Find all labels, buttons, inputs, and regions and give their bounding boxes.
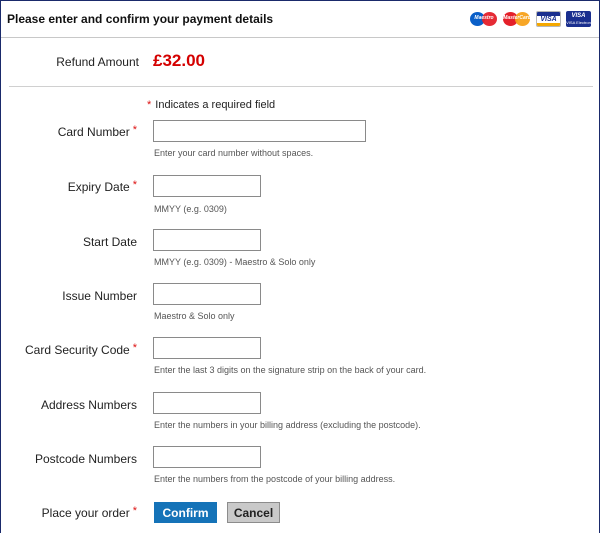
payment-panel: Please enter and confirm your payment de… [0,0,600,533]
card-number-label: Card Number * [57,124,137,139]
address-numbers-label: Address Numbers [40,398,137,412]
section-divider [9,86,593,87]
accepted-cards: Maestro MasterCard VISA VISA VISA Electr… [470,11,591,27]
card-number-input[interactable] [153,120,366,142]
address-numbers-hint: Enter the numbers in your billing addres… [154,420,421,430]
refund-amount-label: Refund Amount [56,55,139,69]
refund-amount-value: £32.00 [153,51,205,70]
confirm-button[interactable]: Confirm [154,502,217,523]
security-code-hint: Enter the last 3 digits on the signature… [154,365,427,375]
address-numbers-input[interactable] [153,392,261,414]
expiry-date-input[interactable] [153,175,261,197]
postcode-numbers-hint: Enter the numbers from the postcode of y… [154,474,396,484]
postcode-numbers-input[interactable] [153,446,261,468]
panel-title: Please enter and confirm your payment de… [7,12,274,26]
start-date-label: Start Date [82,235,137,249]
postcode-numbers-label: Postcode Numbers [34,452,137,466]
mastercard-logo-icon: MasterCard [503,11,531,27]
start-date-hint: MMYY (e.g. 0309) - Maestro & Solo only [154,257,316,267]
issue-number-hint: Maestro & Solo only [154,311,235,321]
start-date-input[interactable] [153,229,261,251]
visa-logo-icon: VISA [536,11,561,27]
card-number-hint: Enter your card number without spaces. [154,148,314,158]
issue-number-label: Issue Number [62,289,137,303]
expiry-date-label: Expiry Date * [67,179,137,194]
security-code-label: Card Security Code * [25,342,137,357]
required-marker: * [147,99,152,111]
maestro-logo-icon: Maestro [470,11,498,27]
visa-electron-logo-icon: VISA VISA Electron [566,11,591,27]
cancel-button[interactable]: Cancel [227,502,280,523]
required-field-note: * Indicates a required field [147,99,276,111]
expiry-date-hint: MMYY (e.g. 0309) [154,204,227,214]
security-code-input[interactable] [153,337,261,359]
panel-header: Please enter and confirm your payment de… [1,1,599,38]
issue-number-input[interactable] [153,283,261,305]
place-order-label: Place your order * [41,505,137,520]
